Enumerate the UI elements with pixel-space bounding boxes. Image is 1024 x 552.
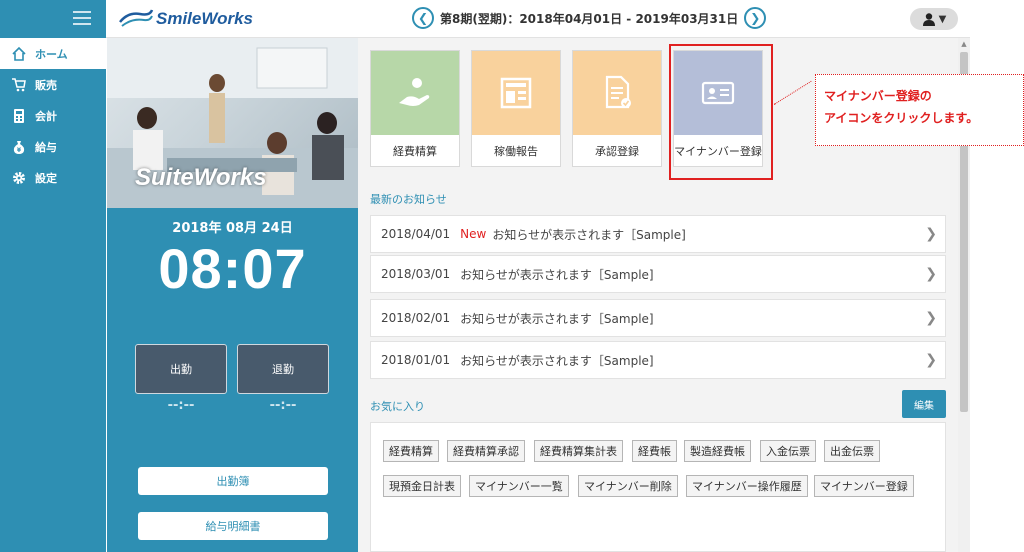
tile-approval-registration[interactable]: 承認登録 [572, 50, 662, 167]
chevron-right-icon: ❯ [750, 11, 761, 25]
news-item[interactable]: 2018/04/01 New お知らせが表示されます［Sample] ❯ [370, 215, 946, 253]
logo-text: SmileWorks [156, 9, 254, 28]
next-period-button[interactable]: ❯ [744, 7, 767, 29]
smileworks-logo-icon [119, 9, 154, 27]
edit-favorites-button[interactable]: 編集 [902, 390, 946, 418]
current-date: 2018年 08月 24日 [172, 221, 293, 236]
instruction-callout: マイナンバー登録の アイコンをクリックします。 [815, 74, 1024, 146]
favorite-item[interactable]: 現預金日計表 [383, 475, 461, 497]
favorite-item[interactable]: 製造経費帳 [684, 440, 751, 462]
period-label: 第8期(翌期)：2018年04月01日 - 2019年03月31日 [440, 11, 739, 26]
suiteworks-brand-text: SuiteWorks [135, 164, 267, 191]
gear-icon [11, 170, 27, 186]
clock-out-label: 退勤 [272, 363, 294, 376]
attendance-book-label: 出勤簿 [216, 475, 250, 488]
sidebar-item-sales[interactable]: 販売 [0, 69, 106, 100]
news-text: お知らせが表示されます［Sample] [492, 227, 686, 242]
news-date: 2018/04/01 [381, 227, 451, 241]
chevron-right-icon: ❯ [925, 266, 937, 282]
favorite-item[interactable]: 経費帳 [632, 440, 677, 462]
news-item[interactable]: 2018/03/01 お知らせが表示されます［Sample] ❯ [370, 255, 946, 293]
favorite-item[interactable]: 出金伝票 [824, 440, 880, 462]
user-menu-button[interactable]: ▼ [910, 8, 958, 30]
chevron-right-icon: ❯ [925, 226, 937, 242]
sidebar: ホーム 販売 会計 ¥ 給与 設定 [0, 38, 106, 552]
clock-in-label: 出勤 [170, 363, 192, 376]
clock-out-time: --:-- [269, 398, 297, 413]
sidebar-item-label: ホーム [35, 47, 68, 61]
sidebar-item-home[interactable]: ホーム [0, 38, 106, 69]
home-icon [11, 46, 27, 62]
user-icon [922, 13, 935, 26]
news-item[interactable]: 2018/02/01 お知らせが表示されます［Sample] ❯ [370, 299, 946, 337]
favorite-item[interactable]: 入金伝票 [760, 440, 816, 462]
tile-label: 承認登録 [595, 145, 639, 158]
clock-in-button[interactable]: 出勤 [135, 344, 227, 394]
app-logo[interactable]: SmileWorks [118, 8, 253, 30]
favorites-section-title: お気に入り [370, 400, 425, 413]
favorite-item[interactable]: マイナンバー一覧 [469, 475, 569, 497]
news-text: お知らせが表示されます［Sample] [460, 353, 654, 368]
tile-label: 稼働報告 [494, 145, 538, 158]
favorite-item[interactable]: マイナンバー削除 [578, 475, 678, 497]
favorites-list: 経費精算 経費精算承認 経費精算集計表 経費帳 製造経費帳 入金伝票 出金伝票 … [370, 422, 946, 552]
payslip-label: 給与明細書 [205, 520, 261, 533]
sidebar-item-accounting[interactable]: 会計 [0, 100, 106, 131]
tile-expense-settlement[interactable]: 経費精算 [370, 50, 460, 167]
office-photo: SuiteWorks [107, 38, 358, 208]
sidebar-item-payroll[interactable]: ¥ 給与 [0, 131, 106, 162]
attendance-panel: SuiteWorks 2018年 08月 24日 08:07 出勤 退勤 --:… [107, 38, 358, 552]
favorite-item[interactable]: マイナンバー操作履歴 [686, 475, 808, 497]
chevron-left-icon: ❮ [417, 11, 429, 25]
payslip-button[interactable]: 給与明細書 [138, 512, 328, 540]
money-bag-icon: ¥ [11, 139, 27, 155]
news-section-title: 最新のお知らせ [370, 193, 447, 206]
menu-toggle-button[interactable] [0, 0, 106, 38]
cart-icon [11, 77, 27, 93]
layout-board-icon [472, 51, 560, 135]
edit-label: 編集 [914, 400, 934, 412]
sidebar-item-settings[interactable]: 設定 [0, 162, 106, 193]
tile-label: 経費精算 [393, 145, 437, 158]
sidebar-item-label: 会計 [35, 109, 57, 123]
favorite-item[interactable]: 経費精算承認 [447, 440, 525, 462]
favorite-item[interactable]: マイナンバー登録 [814, 475, 914, 497]
hand-coin-icon [371, 51, 459, 135]
calculator-icon [11, 108, 27, 124]
news-new-badge: New [460, 227, 487, 241]
scroll-up-icon[interactable]: ▲ [960, 40, 968, 48]
sidebar-item-label: 販売 [35, 78, 57, 92]
highlight-box [669, 44, 773, 180]
news-text: お知らせが表示されます［Sample] [460, 267, 654, 282]
top-header: SmileWorks ❮ 第8期(翌期)：2018年04月01日 - 2019年… [0, 0, 970, 38]
chevron-right-icon: ❯ [925, 310, 937, 326]
callout-line-1: マイナンバー登録の [824, 89, 932, 103]
caret-down-icon: ▼ [938, 13, 947, 25]
document-check-icon [573, 51, 661, 135]
clock-out-button[interactable]: 退勤 [237, 344, 329, 394]
attendance-book-button[interactable]: 出勤簿 [138, 467, 328, 495]
news-item[interactable]: 2018/01/01 お知らせが表示されます［Sample] ❯ [370, 341, 946, 379]
favorite-item[interactable]: 経費精算集計表 [534, 440, 623, 462]
hamburger-icon [73, 11, 91, 25]
sidebar-item-label: 設定 [35, 171, 57, 185]
news-date: 2018/03/01 [381, 267, 451, 281]
sidebar-item-label: 給与 [35, 140, 57, 154]
news-date: 2018/02/01 [381, 311, 451, 325]
clock-in-time: --:-- [167, 398, 195, 413]
current-time: 08:07 [158, 237, 307, 300]
tile-work-report[interactable]: 稼働報告 [471, 50, 561, 167]
news-text: お知らせが表示されます［Sample] [460, 311, 654, 326]
chevron-right-icon: ❯ [925, 352, 937, 368]
callout-line-2: アイコンをクリックします。 [824, 111, 979, 125]
prev-period-button[interactable]: ❮ [412, 7, 434, 29]
news-date: 2018/01/01 [381, 353, 451, 367]
favorite-item[interactable]: 経費精算 [383, 440, 439, 462]
period-selector: ❮ 第8期(翌期)：2018年04月01日 - 2019年03月31日 ❯ [412, 7, 767, 29]
